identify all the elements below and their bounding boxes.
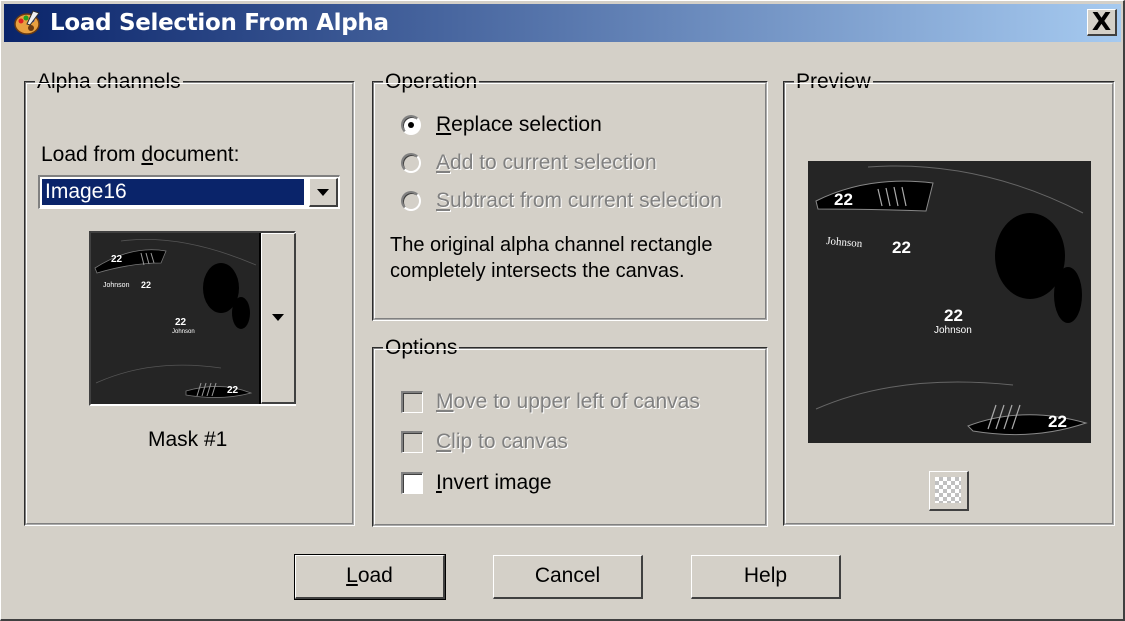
radio-replace-selection-label: Replace selection xyxy=(436,112,602,138)
radio-add-to-selection-button[interactable] xyxy=(401,153,421,173)
checkbox-invert-image-box[interactable] xyxy=(401,472,423,494)
chevron-down-icon xyxy=(272,314,284,321)
checkbox-move-mnemonic: M xyxy=(436,390,454,413)
close-button[interactable]: X xyxy=(1087,7,1117,36)
thumb-text-name-center: Johnson xyxy=(172,329,195,335)
checkerboard-icon xyxy=(935,477,961,503)
checkbox-move-to-upper-left-box[interactable] xyxy=(401,391,423,413)
checkbox-move-rest: ove to upper left of canvas xyxy=(453,390,700,413)
radio-add-mnemonic: A xyxy=(436,151,451,174)
help-button[interactable]: Help xyxy=(691,555,841,599)
radio-subtract-from-selection-button[interactable] xyxy=(401,191,421,211)
checkbox-clip-rest: lip to canvas xyxy=(451,430,568,453)
thumb-text-num-top: 22 xyxy=(111,254,123,265)
thumb-text-num-center: 22 xyxy=(175,317,187,328)
radio-add-rest: dd to current selection xyxy=(450,151,657,174)
mask-thumbnail-image: 22 Johnson 22 22 Johnson 22 xyxy=(91,233,259,404)
mask-list-dropdown-button[interactable] xyxy=(261,233,296,404)
document-select-dropdown-button[interactable] xyxy=(309,178,338,207)
radio-replace-rest: eplace selection xyxy=(451,113,602,136)
dialog-window: Load Selection From Alpha X Alpha channe… xyxy=(0,0,1125,621)
preview-legend: Preview xyxy=(794,69,873,95)
thumb-text-name-left: Johnson xyxy=(103,282,130,289)
window-title: Load Selection From Alpha xyxy=(50,10,389,36)
chevron-down-icon xyxy=(317,189,329,196)
options-group: Options xyxy=(372,335,768,527)
preview-text-num-center: 22 xyxy=(944,306,963,325)
checkbox-clip-label: Clip to canvas xyxy=(436,429,568,455)
radio-subtract-rest: ubtract from current selection xyxy=(450,189,722,212)
close-icon: X xyxy=(1091,7,1112,36)
app-palette-icon xyxy=(14,10,40,35)
operation-info-line1: The original alpha channel rectangle xyxy=(390,234,713,256)
cancel-button[interactable]: Cancel xyxy=(493,555,643,599)
radio-subtract-from-selection-label: Subtract from current selection xyxy=(436,188,722,214)
load-from-document-label: Load from document: xyxy=(41,142,239,168)
operation-legend: Operation xyxy=(383,69,480,95)
preview-image-graphic: 22 Johnson 22 22 Johnson 22 xyxy=(808,161,1091,443)
checkbox-clip-mnemonic: C xyxy=(436,430,452,453)
radio-subtract-mnemonic: S xyxy=(436,189,451,212)
load-from-mnemonic: d xyxy=(141,143,154,166)
checkbox-clip-to-canvas-box[interactable] xyxy=(401,431,423,453)
preview-text-name-center: Johnson xyxy=(934,325,972,336)
thumb-text-num-bottom: 22 xyxy=(227,385,239,396)
preview-text-num-bottom: 22 xyxy=(1048,412,1067,431)
radio-add-to-selection-label: Add to current selection xyxy=(436,150,657,176)
document-select[interactable]: Image16 xyxy=(38,175,340,209)
options-legend: Options xyxy=(383,335,460,361)
title-bar[interactable]: Load Selection From Alpha X xyxy=(4,4,1121,42)
load-from-suffix: ocument: xyxy=(153,143,240,166)
mask-name-label: Mask #1 xyxy=(148,428,228,451)
preview-text-num-left: 22 xyxy=(892,238,911,257)
load-button-mnemonic: L xyxy=(346,564,358,587)
checkbox-invert-label: Invert image xyxy=(436,470,552,496)
preview-image: 22 Johnson 22 22 Johnson 22 xyxy=(808,161,1091,443)
alpha-channels-legend: Alpha channels xyxy=(35,69,183,95)
checkbox-invert-rest: nvert image xyxy=(441,471,552,494)
radio-selected-dot xyxy=(408,122,414,128)
load-button[interactable]: Load xyxy=(294,554,446,600)
transparency-toggle-button[interactable] xyxy=(929,471,969,511)
document-select-value: Image16 xyxy=(41,178,305,206)
thumb-text-num-left: 22 xyxy=(141,280,151,290)
checkbox-move-label: Move to upper left of canvas xyxy=(436,389,700,415)
radio-replace-selection-button[interactable] xyxy=(401,115,421,135)
operation-info-line2: completely intersects the canvas. xyxy=(390,260,685,282)
preview-text-num-top: 22 xyxy=(834,190,853,209)
load-button-rest: oad xyxy=(357,564,393,587)
radio-replace-mnemonic: R xyxy=(436,113,452,136)
load-from-prefix: Load from xyxy=(41,143,142,166)
